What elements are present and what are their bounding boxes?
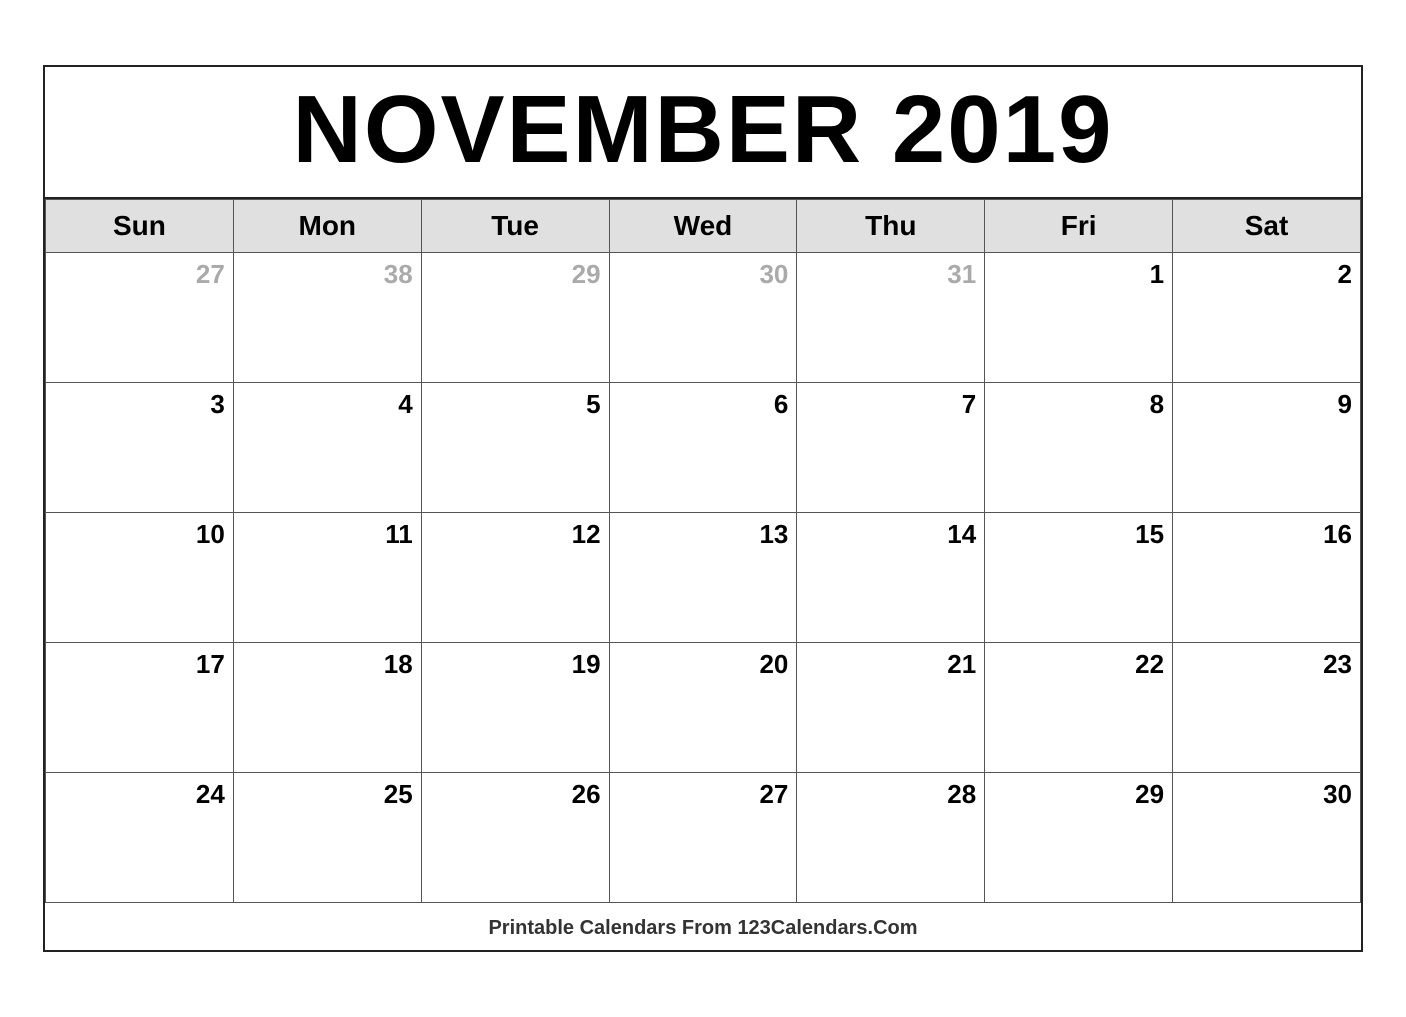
day-number: 24 (50, 779, 225, 810)
weekday-header-tue: Tue (421, 199, 609, 252)
day-number: 27 (50, 259, 225, 290)
day-number: 12 (426, 519, 601, 550)
weekday-header-fri: Fri (985, 199, 1173, 252)
calendar-cell: 10 (46, 512, 234, 642)
day-number: 6 (614, 389, 789, 420)
day-number: 38 (238, 259, 413, 290)
weekday-header-sun: Sun (46, 199, 234, 252)
calendar-cell: 29 (985, 772, 1173, 902)
day-number: 21 (801, 649, 976, 680)
day-number: 22 (989, 649, 1164, 680)
calendar-cell: 13 (609, 512, 797, 642)
calendar-footer: Printable Calendars From 123Calendars.Co… (45, 903, 1361, 950)
calendar-cell: 26 (421, 772, 609, 902)
day-number: 19 (426, 649, 601, 680)
calendar-cell: 3 (46, 382, 234, 512)
calendar-grid: SunMonTueWedThuFriSat 273829303112345678… (45, 199, 1361, 903)
week-row-2: 3456789 (46, 382, 1361, 512)
calendar-cell: 12 (421, 512, 609, 642)
day-number: 2 (1177, 259, 1352, 290)
footer-text: Printable Calendars From (488, 917, 737, 939)
calendar-cell: 16 (1173, 512, 1361, 642)
calendar-cell: 11 (233, 512, 421, 642)
weekday-header-thu: Thu (797, 199, 985, 252)
day-number: 9 (1177, 389, 1352, 420)
calendar-cell: 24 (46, 772, 234, 902)
day-number: 8 (989, 389, 1164, 420)
day-number: 18 (238, 649, 413, 680)
day-number: 15 (989, 519, 1164, 550)
calendar-cell: 25 (233, 772, 421, 902)
day-number: 20 (614, 649, 789, 680)
calendar-container: NOVEMBER 2019 SunMonTueWedThuFriSat 2738… (43, 65, 1363, 952)
day-number: 17 (50, 649, 225, 680)
calendar-cell: 31 (797, 252, 985, 382)
calendar-cell: 14 (797, 512, 985, 642)
day-number: 4 (238, 389, 413, 420)
day-number: 5 (426, 389, 601, 420)
day-number: 25 (238, 779, 413, 810)
calendar-cell: 4 (233, 382, 421, 512)
calendar-cell: 18 (233, 642, 421, 772)
day-number: 11 (238, 519, 413, 550)
week-row-4: 17 18 19 20 21 22 23 (46, 642, 1361, 772)
day-number: 10 (50, 519, 225, 550)
footer-brand: 123Calendars.Com (737, 917, 917, 939)
weekday-header-mon: Mon (233, 199, 421, 252)
day-number: 23 (1177, 649, 1352, 680)
calendar-cell: 28 (797, 772, 985, 902)
day-number: 14 (801, 519, 976, 550)
weekday-header-sat: Sat (1173, 199, 1361, 252)
calendar-cell: 38 (233, 252, 421, 382)
day-number: 1 (989, 259, 1164, 290)
weekday-header-wed: Wed (609, 199, 797, 252)
day-number: 26 (426, 779, 601, 810)
week-row-5: 24 25 26 27 28 29 30 (46, 772, 1361, 902)
day-number: 30 (614, 259, 789, 290)
day-number: 29 (426, 259, 601, 290)
calendar-cell: 21 (797, 642, 985, 772)
calendar-cell: 5 (421, 382, 609, 512)
calendar-cell: 22 (985, 642, 1173, 772)
day-number: 16 (1177, 519, 1352, 550)
calendar-cell: 7 (797, 382, 985, 512)
calendar-cell: 15 (985, 512, 1173, 642)
day-number: 28 (801, 779, 976, 810)
calendar-title: NOVEMBER 2019 (45, 67, 1361, 199)
calendar-cell: 27 (46, 252, 234, 382)
calendar-cell: 30 (1173, 772, 1361, 902)
calendar-cell: 29 (421, 252, 609, 382)
calendar-cell: 20 (609, 642, 797, 772)
week-row-3: 10 11 12 13 14 15 16 (46, 512, 1361, 642)
calendar-cell: 2 (1173, 252, 1361, 382)
weekday-header-row: SunMonTueWedThuFriSat (46, 199, 1361, 252)
day-number: 30 (1177, 779, 1352, 810)
calendar-cell: 30 (609, 252, 797, 382)
calendar-cell: 23 (1173, 642, 1361, 772)
day-number: 3 (50, 389, 225, 420)
calendar-cell: 8 (985, 382, 1173, 512)
calendar-cell: 19 (421, 642, 609, 772)
week-row-1: 27 38 29 30 31 12 (46, 252, 1361, 382)
calendar-cell: 9 (1173, 382, 1361, 512)
calendar-cell: 17 (46, 642, 234, 772)
calendar-cell: 6 (609, 382, 797, 512)
day-number: 31 (801, 259, 976, 290)
calendar-cell: 1 (985, 252, 1173, 382)
day-number: 13 (614, 519, 789, 550)
day-number: 29 (989, 779, 1164, 810)
calendar-cell: 27 (609, 772, 797, 902)
day-number: 7 (801, 389, 976, 420)
day-number: 27 (614, 779, 789, 810)
